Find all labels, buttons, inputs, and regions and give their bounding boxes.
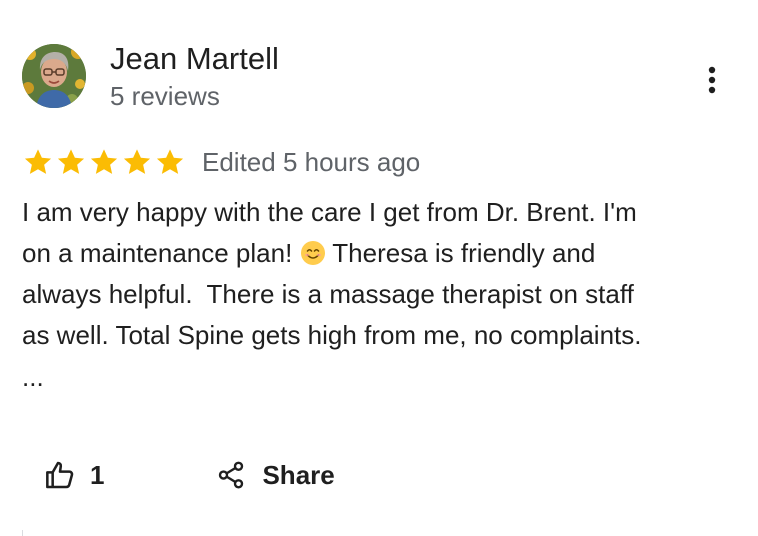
review-card: Jean Martell 5 reviews Edited 5 hours ag…: [0, 0, 758, 536]
star-icon: [156, 149, 184, 174]
star-icon: [123, 149, 151, 174]
star-icon: [57, 149, 85, 174]
share-icon: [219, 461, 244, 489]
review-line: always helpful. There is a massage thera…: [22, 279, 634, 309]
more-options-button[interactable]: [690, 58, 734, 102]
star-icon: [90, 149, 118, 174]
review-line: I am very happy with the care I get from…: [22, 197, 637, 227]
like-button[interactable]: 1: [44, 459, 104, 491]
avatar-photo: [22, 44, 86, 108]
review-text-segment: Theresa is friendly and: [325, 238, 596, 268]
share-label: Share: [262, 459, 335, 490]
rating-row: Edited 5 hours ago: [22, 142, 420, 182]
reviewer-avatar[interactable]: [22, 44, 86, 108]
three-dots-vertical-icon: [708, 66, 716, 94]
edited-timestamp: Edited 5 hours ago: [202, 147, 421, 177]
divider: [22, 530, 23, 536]
reviewer-name[interactable]: Jean Martell: [110, 40, 279, 78]
review-body: I am very happy with the care I get from…: [22, 192, 738, 356]
review-text-segment: on a maintenance plan!: [22, 238, 300, 268]
review-actions: 1 Share: [44, 452, 335, 498]
review-line: on a maintenance plan! Theresa is friend…: [22, 233, 738, 274]
reviewer-review-count[interactable]: 5 reviews: [110, 80, 220, 112]
like-count: 1: [90, 459, 105, 490]
share-button[interactable]: Share: [216, 459, 335, 491]
review-line: as well. Total Spine gets high from me, …: [22, 320, 642, 350]
expand-review-button[interactable]: ...: [22, 362, 44, 392]
star-icon: [24, 149, 52, 174]
smiling-face-emoji-icon: [300, 241, 325, 265]
star-rating: [22, 146, 187, 178]
thumbs-up-icon: [46, 461, 74, 489]
